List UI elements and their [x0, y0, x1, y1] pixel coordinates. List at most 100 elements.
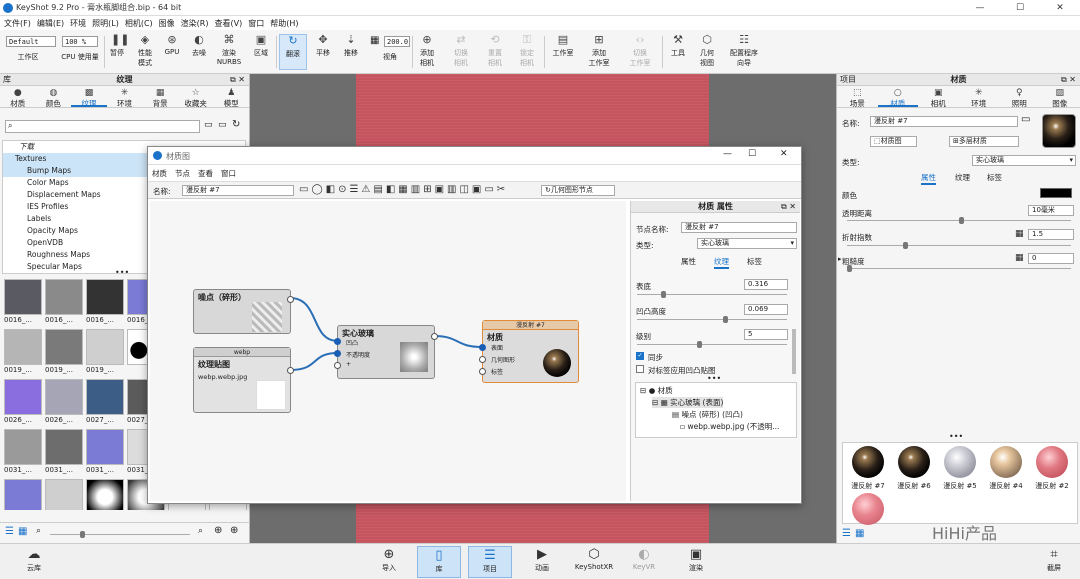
props-tab-properties[interactable]: 属性: [681, 256, 696, 267]
noise-node[interactable]: 噪点（碎形）: [193, 289, 294, 334]
roughness-input[interactable]: 0: [1028, 253, 1074, 264]
subtab-labels[interactable]: 标签: [987, 172, 1002, 183]
props-tab-textures[interactable]: 纹理: [714, 256, 729, 269]
tools-button[interactable]: ⚒ 工具: [666, 34, 690, 70]
cloud-library-button[interactable]: ☁ 云库: [12, 546, 56, 578]
properties-scrollbar[interactable]: [792, 329, 796, 374]
maximize-button[interactable]: ☐: [1000, 0, 1040, 16]
dialog-menu-window[interactable]: 窗口: [221, 168, 236, 179]
texture-thumb[interactable]: 0016_...: [4, 279, 42, 326]
grid-view-icon[interactable]: ▦: [18, 526, 27, 537]
expand-arrow-icon[interactable]: ▸: [838, 255, 842, 263]
material-graph-button[interactable]: ⬚材质图: [870, 136, 917, 147]
tab-favorites[interactable]: ☆ 收藏夹: [178, 86, 214, 108]
menu-render[interactable]: 渲染(R): [181, 18, 209, 29]
grid-view-icon[interactable]: ▦: [855, 528, 864, 539]
folder-icon[interactable]: ▭: [204, 120, 213, 130]
dialog-menu-view[interactable]: 查看: [198, 168, 213, 179]
fov-input[interactable]: 200.0: [384, 36, 410, 47]
tab-colors[interactable]: ◍ 颜色: [36, 86, 72, 108]
dolly-button[interactable]: ⇣ 推移: [338, 34, 364, 70]
bump-base-input[interactable]: 0.316: [744, 279, 788, 290]
list-view-icon[interactable]: ☰: [5, 526, 14, 537]
texture-thumb[interactable]: 0016_...: [45, 279, 83, 326]
configurator-wizard-button[interactable]: ☷ 配置程序 向导: [724, 34, 764, 70]
apply-to-labels-checkbox[interactable]: [636, 365, 644, 373]
menu-edit[interactable]: 编辑(E): [37, 18, 64, 29]
dialog-menu-node[interactable]: 节点: [175, 168, 190, 179]
thumbnail-size-slider[interactable]: [50, 531, 190, 538]
webp-output-port[interactable]: [287, 367, 294, 374]
switch-camera-button[interactable]: ⇄ 切换 相机: [448, 34, 474, 70]
region-button[interactable]: ▣ 区域: [248, 34, 274, 70]
material-name-input[interactable]: 漫反射 #7: [870, 116, 1018, 127]
tree-item-material[interactable]: ⊟ ● 材质: [640, 385, 673, 396]
render-button[interactable]: ▣ 渲染: [674, 546, 718, 578]
import-button[interactable]: ⊕ 导入: [367, 546, 411, 578]
library-search-input[interactable]: ⌕: [5, 120, 200, 133]
bump-height-input[interactable]: 0.069: [744, 304, 788, 315]
list-view-icon[interactable]: ☰: [842, 528, 851, 539]
tab-environment[interactable]: ✳ 环境: [959, 86, 1000, 108]
tree-item-glass[interactable]: ⊟ ▦ 实心玻璃 (表面): [652, 397, 724, 408]
props-tab-labels[interactable]: 标签: [747, 256, 762, 267]
menu-window[interactable]: 窗口: [248, 18, 264, 29]
material-swatch[interactable]: 漫反射 #2: [1030, 446, 1074, 491]
tab-backgrounds[interactable]: ▦ 背景: [142, 86, 178, 108]
multi-material-button[interactable]: ⊞多层材质: [949, 136, 1019, 147]
tab-camera[interactable]: ▣ 相机: [918, 86, 959, 108]
texture-map-icon[interactable]: ▦: [1015, 253, 1024, 263]
dialog-maximize-button[interactable]: ☐: [748, 149, 756, 159]
surface-input-port[interactable]: [479, 344, 486, 351]
tab-material[interactable]: ○ 材质: [877, 86, 918, 108]
pan-button[interactable]: ✥ 平移: [310, 34, 336, 70]
menu-view[interactable]: 查看(V): [214, 18, 242, 29]
panel-close-icon[interactable]: ⧉ ✕: [230, 74, 245, 86]
transparency-slider[interactable]: [847, 217, 1071, 224]
menu-file[interactable]: 文件(F): [4, 18, 31, 29]
material-swatch[interactable]: 漫反射 #6: [892, 446, 936, 491]
upload-icon[interactable]: ⊕: [214, 525, 222, 536]
texture-thumb[interactable]: 0031_...: [45, 429, 83, 476]
cpu-usage-select[interactable]: 100 %: [62, 36, 98, 47]
denoise-button[interactable]: ◐ 去噪: [186, 34, 212, 70]
graph-name-input[interactable]: 漫反射 #7: [182, 185, 294, 196]
menu-help[interactable]: 帮助(H): [270, 18, 298, 29]
project-button[interactable]: ☰ 项目: [468, 546, 512, 578]
studio-button[interactable]: ▤ 工作室: [548, 34, 578, 70]
geometry-input-port[interactable]: [479, 356, 486, 363]
texture-thumb[interactable]: 0019_...: [45, 329, 83, 376]
zoom-in-icon[interactable]: ⌕: [198, 526, 203, 536]
menu-camera[interactable]: 相机(C): [125, 18, 153, 29]
tab-textures[interactable]: ▩ 纹理: [71, 86, 107, 108]
download-icon[interactable]: ⊕: [230, 525, 238, 536]
material-swatch[interactable]: [846, 493, 890, 525]
noise-output-port[interactable]: [287, 296, 294, 303]
texture-thumb[interactable]: 0027_...: [86, 379, 124, 426]
material-swatch[interactable]: 漫反射 #5: [938, 446, 982, 491]
folder-add-icon[interactable]: ▭: [218, 120, 227, 130]
library-button[interactable]: ▯ 库: [417, 546, 461, 578]
drag-handle[interactable]: •••: [949, 432, 963, 441]
screenshot-button[interactable]: ⌗ 截屏: [1032, 546, 1076, 578]
texture-thumb[interactable]: 0026_...: [45, 379, 83, 426]
level-slider[interactable]: [637, 341, 787, 348]
menu-environment[interactable]: 环境: [70, 18, 86, 29]
texture-thumb[interactable]: 0031_...: [86, 429, 124, 476]
gpu-button[interactable]: ⊛ GPU: [160, 34, 184, 70]
menu-lighting[interactable]: 照明(L): [92, 18, 119, 29]
geometry-view-button[interactable]: ⬡ 几何 视图: [694, 34, 720, 70]
tree-item-webp[interactable]: ▫ webp.webp.jpg (不透明...: [680, 421, 779, 432]
glass-output-port[interactable]: [431, 333, 438, 340]
sync-checkbox[interactable]: ✓: [636, 352, 644, 360]
texture-thumb[interactable]: 0019_...: [86, 329, 124, 376]
tab-materials[interactable]: ● 材质: [0, 86, 36, 108]
node-graph-canvas[interactable]: 噪点（碎形） webp 纹理贴图 webp.webp.jpg 实心玻璃 凹凸 不…: [150, 201, 626, 501]
color-swatch[interactable]: [1040, 188, 1072, 198]
tab-lighting[interactable]: ♀ 照明: [999, 86, 1040, 108]
level-input[interactable]: 5: [744, 329, 788, 340]
geometry-node-button[interactable]: ↻几何图形节点: [541, 185, 615, 196]
ior-slider[interactable]: [847, 242, 1071, 249]
bump-base-slider[interactable]: [637, 291, 787, 298]
switch-studio-button[interactable]: ‹› 切换 工作室: [622, 34, 658, 70]
